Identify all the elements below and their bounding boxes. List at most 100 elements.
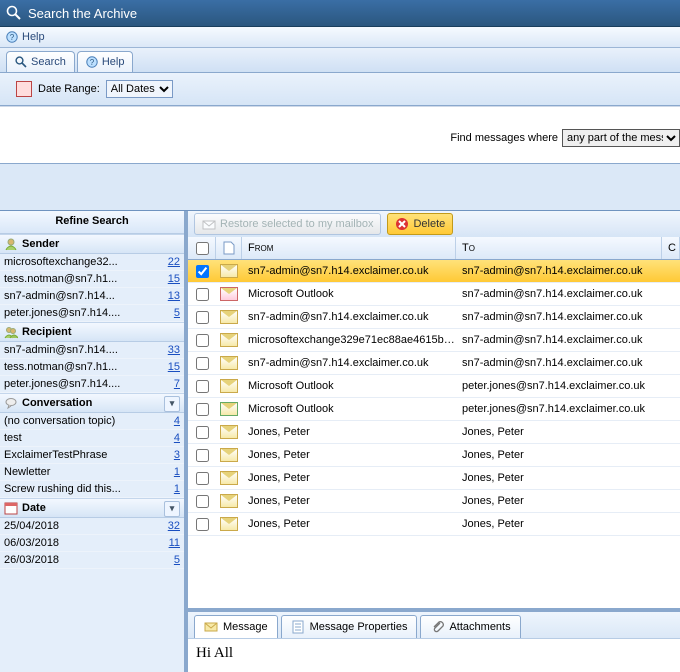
menu-bar: ? Help <box>0 27 680 48</box>
row-from: sn7-admin@sn7.h14.exclaimer.co.uk <box>242 311 456 323</box>
row-from: sn7-admin@sn7.h14.exclaimer.co.uk <box>242 265 456 277</box>
row-checkbox[interactable] <box>188 308 216 327</box>
tab-message[interactable]: Message <box>194 615 278 638</box>
row-checkbox[interactable] <box>188 331 216 350</box>
menu-help[interactable]: Help <box>22 31 45 43</box>
sidebar-section-conversation[interactable]: Conversation▾ <box>0 393 184 413</box>
sidebar-item[interactable]: Screw rushing did this...1 <box>0 481 184 498</box>
sidebar-item[interactable]: test4 <box>0 430 184 447</box>
sidebar-item[interactable]: tess.notman@sn7.h1...15 <box>0 271 184 288</box>
item-count[interactable]: 32 <box>162 520 180 532</box>
item-count[interactable]: 15 <box>162 273 180 285</box>
table-row[interactable]: Jones, PeterJones, Peter <box>188 513 680 536</box>
row-checkbox[interactable] <box>188 446 216 465</box>
tab-search[interactable]: Search <box>6 51 75 72</box>
table-row[interactable]: sn7-admin@sn7.h14.exclaimer.co.uksn7-adm… <box>188 352 680 375</box>
item-count[interactable]: 5 <box>168 307 180 319</box>
sidebar-section-date[interactable]: Date▾ <box>0 498 184 518</box>
row-checkbox[interactable] <box>188 492 216 511</box>
date-range-select[interactable]: All Dates <box>106 80 173 98</box>
tab-help[interactable]: ? Help <box>77 51 134 72</box>
sidebar-item[interactable]: ExclaimerTestPhrase3 <box>0 447 184 464</box>
refine-sidebar: Refine Search Sendermicrosoftexchange32.… <box>0 211 188 672</box>
date-range-label: Date Range: <box>38 83 100 95</box>
item-count[interactable]: 11 <box>163 537 180 549</box>
item-count[interactable]: 3 <box>168 449 180 461</box>
row-icon <box>216 494 242 508</box>
table-row[interactable]: Microsoft Outlookpeter.jones@sn7.h14.exc… <box>188 398 680 421</box>
search-icon <box>15 56 27 68</box>
table-row[interactable]: Microsoft Outlookpeter.jones@sn7.h14.exc… <box>188 375 680 398</box>
grid-header: From To C <box>188 237 680 260</box>
envelope-icon <box>220 471 238 485</box>
envelope-icon <box>220 402 238 416</box>
item-count[interactable]: 5 <box>168 554 180 566</box>
header-from[interactable]: From <box>242 237 456 259</box>
item-count[interactable]: 4 <box>168 432 180 444</box>
svg-text:?: ? <box>90 58 95 67</box>
sidebar-item[interactable]: microsoftexchange32...22 <box>0 254 184 271</box>
button-label: Restore selected to my mailbox <box>220 218 373 230</box>
restore-button[interactable]: Restore selected to my mailbox <box>194 213 381 235</box>
sidebar-item[interactable]: peter.jones@sn7.h14....5 <box>0 305 184 322</box>
item-count[interactable]: 13 <box>162 290 180 302</box>
row-checkbox[interactable] <box>188 377 216 396</box>
sidebar-item[interactable]: peter.jones@sn7.h14....7 <box>0 376 184 393</box>
table-row[interactable]: Jones, PeterJones, Peter <box>188 444 680 467</box>
row-checkbox[interactable] <box>188 515 216 534</box>
row-to: sn7-admin@sn7.h14.exclaimer.co.uk <box>456 311 662 323</box>
results-toolbar: Restore selected to my mailbox Delete <box>188 211 680 238</box>
row-icon <box>216 333 242 347</box>
item-count[interactable]: 1 <box>168 466 180 478</box>
item-count[interactable]: 33 <box>162 344 180 356</box>
item-count[interactable]: 22 <box>162 256 180 268</box>
row-checkbox[interactable] <box>188 262 216 281</box>
sidebar-item[interactable]: tess.notman@sn7.h1...15 <box>0 359 184 376</box>
table-row[interactable]: Jones, PeterJones, Peter <box>188 490 680 513</box>
envelope-icon <box>220 356 238 370</box>
table-row[interactable]: Jones, PeterJones, Peter <box>188 421 680 444</box>
header-cc[interactable]: C <box>662 237 680 259</box>
item-label: (no conversation topic) <box>4 415 168 427</box>
row-icon <box>216 425 242 439</box>
row-from: Jones, Peter <box>242 518 456 530</box>
row-to: Jones, Peter <box>456 495 662 507</box>
sidebar-item[interactable]: 26/03/20185 <box>0 552 184 569</box>
header-to[interactable]: To <box>456 237 662 259</box>
sidebar-item[interactable]: sn7-admin@sn7.h14....33 <box>0 342 184 359</box>
header-checkbox[interactable] <box>188 237 216 259</box>
sidebar-item[interactable]: 25/04/201832 <box>0 518 184 535</box>
item-count[interactable]: 15 <box>162 361 180 373</box>
tab-properties[interactable]: Message Properties <box>281 615 418 638</box>
row-checkbox[interactable] <box>188 469 216 488</box>
table-row[interactable]: Jones, PeterJones, Peter <box>188 467 680 490</box>
table-row[interactable]: microsoftexchange329e71ec88ae4615bb...sn… <box>188 329 680 352</box>
table-row[interactable]: sn7-admin@sn7.h14.exclaimer.co.uksn7-adm… <box>188 260 680 283</box>
chevron-down-icon[interactable]: ▾ <box>164 396 180 412</box>
sidebar-item[interactable]: (no conversation topic)4 <box>0 413 184 430</box>
tab-attachments[interactable]: Attachments <box>420 615 520 638</box>
delete-button[interactable]: Delete <box>387 213 453 235</box>
sidebar-item[interactable]: sn7-admin@sn7.h14...13 <box>0 288 184 305</box>
sidebar-item[interactable]: Newletter1 <box>0 464 184 481</box>
table-row[interactable]: Microsoft Outlooksn7-admin@sn7.h14.excla… <box>188 283 680 306</box>
sidebar-section-sender[interactable]: Sender <box>0 234 184 254</box>
detail-panel: Message Message Properties Attachments H… <box>188 608 680 672</box>
row-checkbox[interactable] <box>188 285 216 304</box>
item-count[interactable]: 1 <box>168 483 180 495</box>
sidebar-section-recipient[interactable]: Recipient <box>0 322 184 342</box>
item-count[interactable]: 4 <box>168 415 180 427</box>
sidebar-item[interactable]: 06/03/201811 <box>0 535 184 552</box>
message-preview: Hi All <box>188 639 680 668</box>
item-label: tess.notman@sn7.h1... <box>4 273 162 285</box>
row-checkbox[interactable] <box>188 400 216 419</box>
table-row[interactable]: sn7-admin@sn7.h14.exclaimer.co.uksn7-adm… <box>188 306 680 329</box>
row-checkbox[interactable] <box>188 423 216 442</box>
chevron-down-icon[interactable]: ▾ <box>164 501 180 517</box>
row-checkbox[interactable] <box>188 354 216 373</box>
section-title: Sender <box>22 238 59 250</box>
find-scope-select[interactable]: any part of the message <box>562 129 680 147</box>
paperclip-icon <box>430 620 444 634</box>
envelope-icon <box>220 287 238 301</box>
item-count[interactable]: 7 <box>168 378 180 390</box>
